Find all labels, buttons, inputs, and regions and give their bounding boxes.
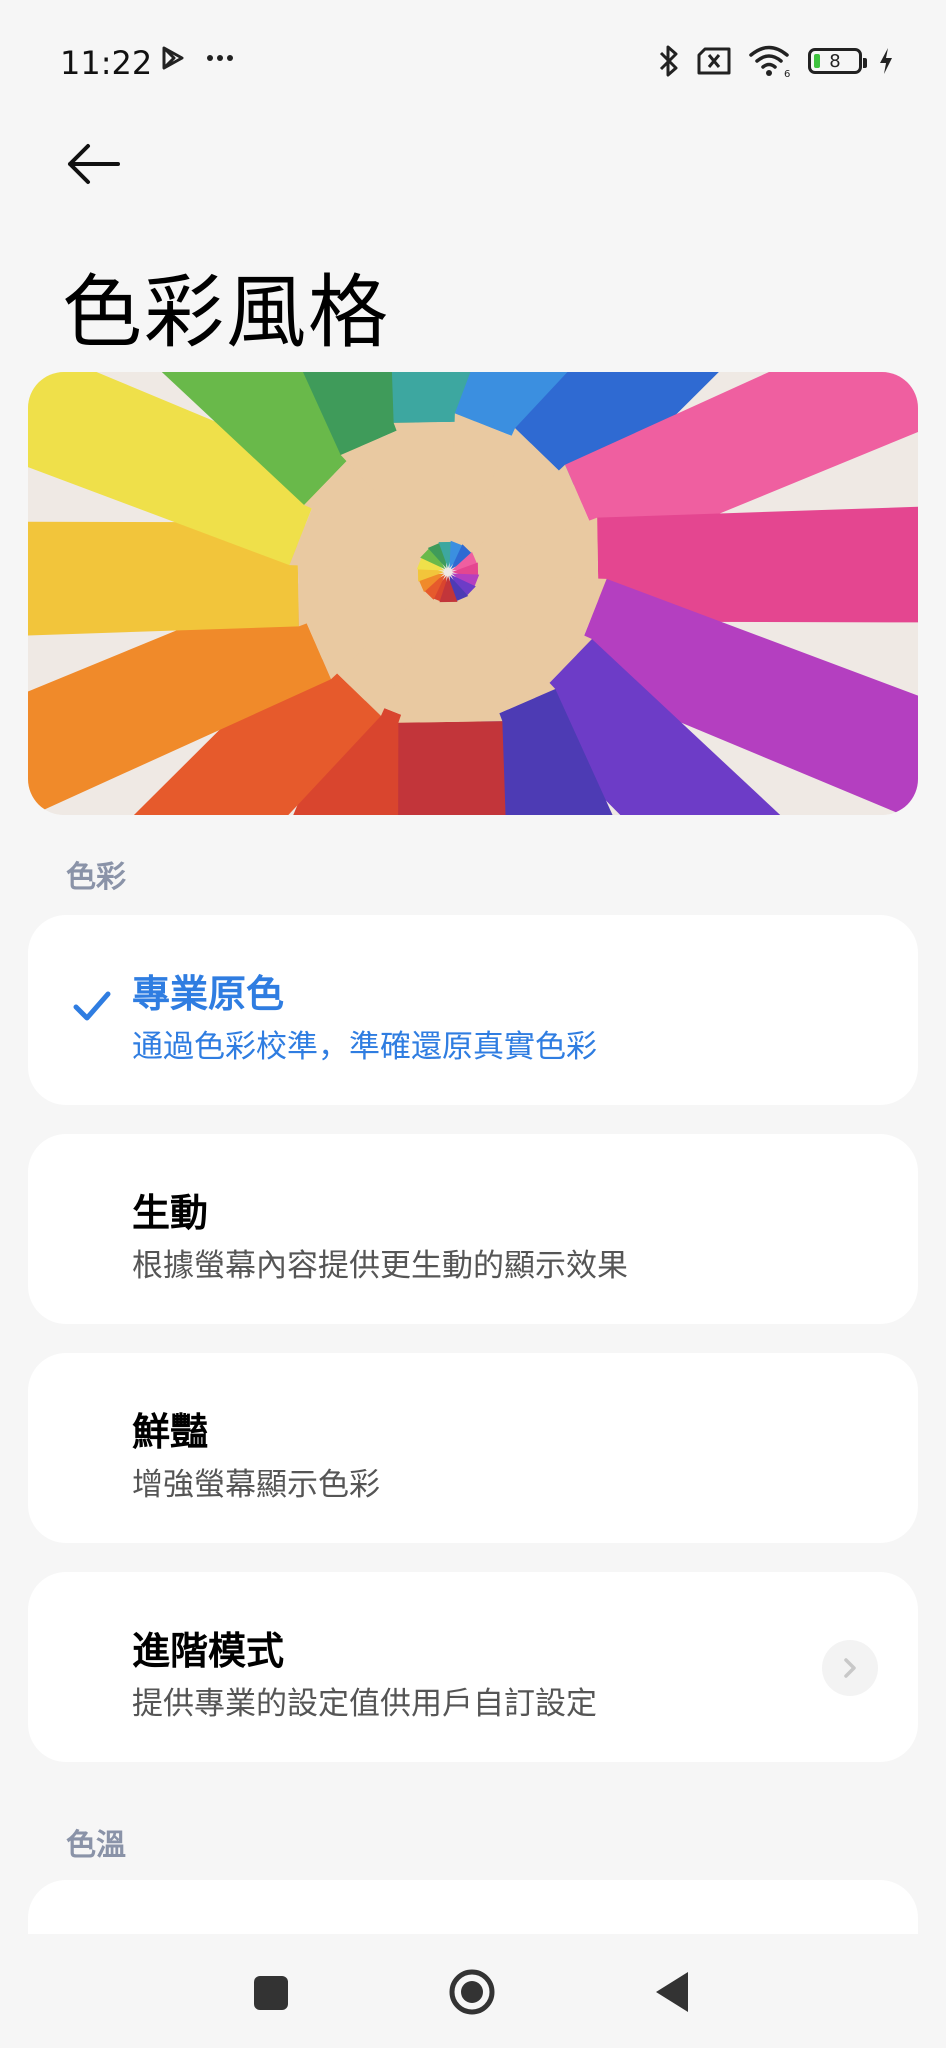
option-saturated[interactable]: 鮮豔 增強螢幕顯示色彩 (28, 1353, 918, 1543)
svg-text:6: 6 (784, 69, 790, 78)
option-subtitle: 通過色彩校準，準確還原真實色彩 (132, 1029, 597, 1065)
home-icon[interactable] (448, 1968, 496, 2016)
more-dots-icon (207, 55, 233, 61)
option-professional[interactable]: 專業原色 通過色彩校準，準確還原真實色彩 (28, 915, 918, 1105)
battery-level: 8 (829, 50, 841, 72)
hero-image (28, 372, 918, 815)
option-title: 鮮豔 (132, 1410, 209, 1454)
sim-off-icon (697, 47, 731, 75)
status-time: 11:22 (60, 44, 153, 82)
chevron-right-icon (844, 1658, 856, 1678)
back-triangle-icon[interactable] (654, 1970, 690, 2014)
option-subtitle: 增強螢幕顯示色彩 (132, 1467, 380, 1503)
section-header-color: 色彩 (66, 860, 126, 895)
advanced-chevron-button[interactable] (822, 1640, 878, 1696)
arrow-left-icon (68, 144, 120, 184)
status-bar: 11:22 6 8 (0, 0, 946, 120)
option-advanced[interactable]: 進階模式 提供專業的設定值供用戶自訂設定 (28, 1572, 918, 1762)
back-button[interactable] (64, 140, 128, 188)
option-subtitle: 根據螢幕內容提供更生動的顯示效果 (132, 1248, 628, 1284)
section-header-temperature: 色溫 (66, 1828, 126, 1863)
check-icon (73, 991, 111, 1021)
option-subtitle: 提供專業的設定值供用戶自訂設定 (132, 1686, 597, 1722)
option-title: 專業原色 (132, 972, 285, 1016)
play-store-icon (162, 46, 184, 70)
page-title: 色彩風格 (62, 266, 390, 359)
colored-pencils-illustration (28, 372, 918, 815)
battery-icon: 8 (808, 48, 867, 74)
wifi-icon: 6 (749, 45, 790, 78)
navigation-bar (0, 1934, 946, 2048)
option-title: 生動 (132, 1191, 209, 1235)
charging-icon (880, 48, 892, 74)
bluetooth-icon (659, 45, 678, 77)
option-title: 進階模式 (132, 1629, 285, 1673)
recent-apps-icon[interactable] (254, 1976, 288, 2010)
option-vivid[interactable]: 生動 根據螢幕內容提供更生動的顯示效果 (28, 1134, 918, 1324)
